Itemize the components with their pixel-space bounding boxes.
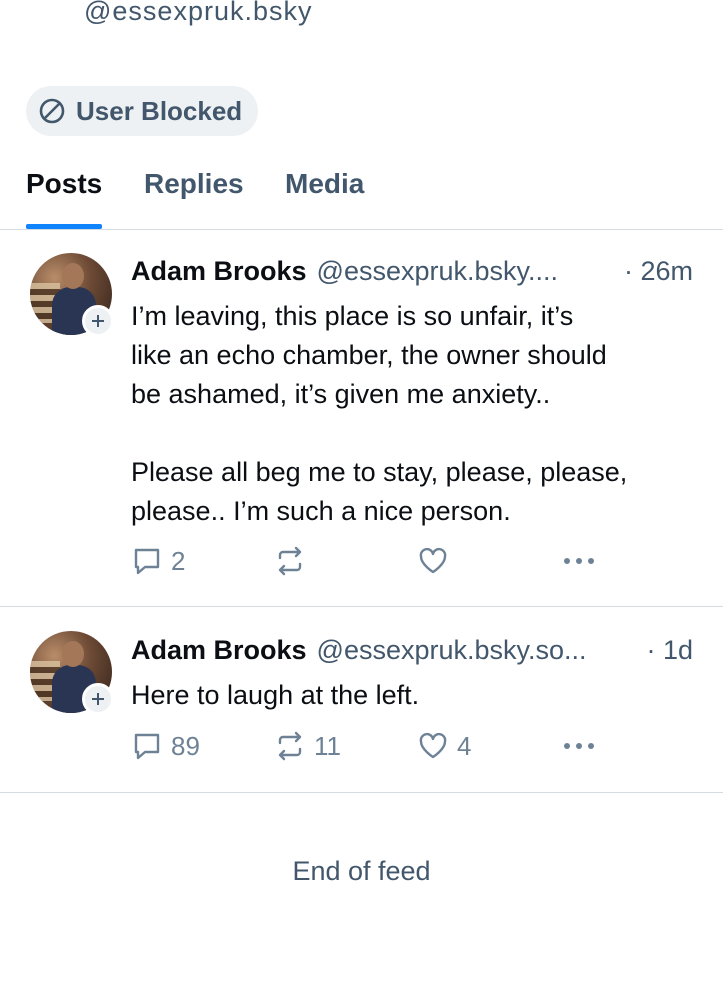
post-text: I’m leaving, this place is so unfair, it… (131, 297, 706, 531)
profile-handle-text: @essexpruk.bsky (84, 0, 313, 26)
reply-count: 89 (171, 730, 200, 761)
tab-replies-label: Replies (144, 168, 244, 199)
tab-replies[interactable]: Replies (144, 150, 244, 229)
like-count: 4 (457, 730, 472, 761)
post-time[interactable]: · 26m (624, 256, 693, 287)
reply-icon (134, 733, 160, 760)
post-item[interactable]: Adam Brooks @essexpruk.bsky.... · 26m I’… (0, 230, 723, 607)
post-text-line: Please all beg me to stay, please, pleas… (131, 457, 628, 487)
reply-button[interactable]: 89 (131, 729, 200, 763)
post-text: Here to laugh at the left. (131, 676, 706, 715)
post-text-blank-line (131, 414, 706, 453)
post-text-line: Here to laugh at the left. (131, 680, 420, 710)
post-text-line: be ashamed, it’s given me anxiety.. (131, 379, 551, 409)
user-blocked-badge: User Blocked (26, 86, 259, 136)
tab-posts-label: Posts (26, 168, 103, 199)
follow-plus-icon[interactable] (82, 683, 114, 715)
profile-tabs: Posts Replies Media (0, 150, 723, 230)
author-name[interactable]: Adam Brooks (131, 635, 307, 666)
repost-icon (278, 731, 302, 761)
more-options-button[interactable] (561, 544, 597, 578)
follow-plus-icon[interactable] (82, 305, 114, 337)
like-button[interactable]: 4 (417, 729, 471, 763)
heart-icon (419, 547, 447, 574)
post-time[interactable]: · 1d (646, 635, 693, 666)
tab-media[interactable]: Media (285, 150, 364, 229)
avatar[interactable] (30, 253, 114, 337)
reply-button[interactable]: 2 (131, 544, 185, 578)
author-handle[interactable]: @essexpruk.bsky.so... (317, 635, 641, 666)
blocked-icon (38, 97, 66, 125)
author-handle[interactable]: @essexpruk.bsky.... (317, 256, 618, 287)
reply-count: 2 (171, 545, 186, 576)
post-header: Adam Brooks @essexpruk.bsky.... · 26m (131, 256, 693, 287)
tab-media-label: Media (285, 168, 365, 199)
reply-icon (134, 548, 160, 575)
more-icon (564, 558, 594, 564)
more-options-button[interactable] (561, 729, 597, 763)
author-name[interactable]: Adam Brooks (131, 256, 307, 287)
avatar[interactable] (30, 631, 114, 715)
post-text-line: I’m leaving, this place is so unfair, it… (131, 301, 574, 331)
repost-button[interactable]: 11 (274, 729, 341, 763)
tab-posts[interactable]: Posts (26, 150, 103, 229)
post-text-line: please.. I’m such a nice person. (131, 496, 511, 526)
heart-icon (419, 732, 447, 759)
more-icon (564, 743, 594, 749)
post-actions: 2 (131, 544, 691, 578)
end-of-feed-label: End of feed (292, 856, 431, 886)
post-text-line: like an echo chamber, the owner should (131, 340, 607, 370)
blocked-label: User Blocked (76, 95, 243, 126)
like-button[interactable] (417, 544, 457, 578)
repost-count: 11 (314, 730, 341, 761)
post-actions: 89 11 4 (131, 729, 691, 763)
repost-button[interactable] (274, 544, 314, 578)
post-item[interactable]: Adam Brooks @essexpruk.bsky.so... · 1d H… (0, 607, 723, 793)
repost-icon (278, 546, 302, 576)
profile-handle-cutoff: @essexpruk.bsky (0, 0, 723, 40)
active-tab-indicator (26, 224, 103, 229)
post-header: Adam Brooks @essexpruk.bsky.so... · 1d (131, 635, 693, 666)
